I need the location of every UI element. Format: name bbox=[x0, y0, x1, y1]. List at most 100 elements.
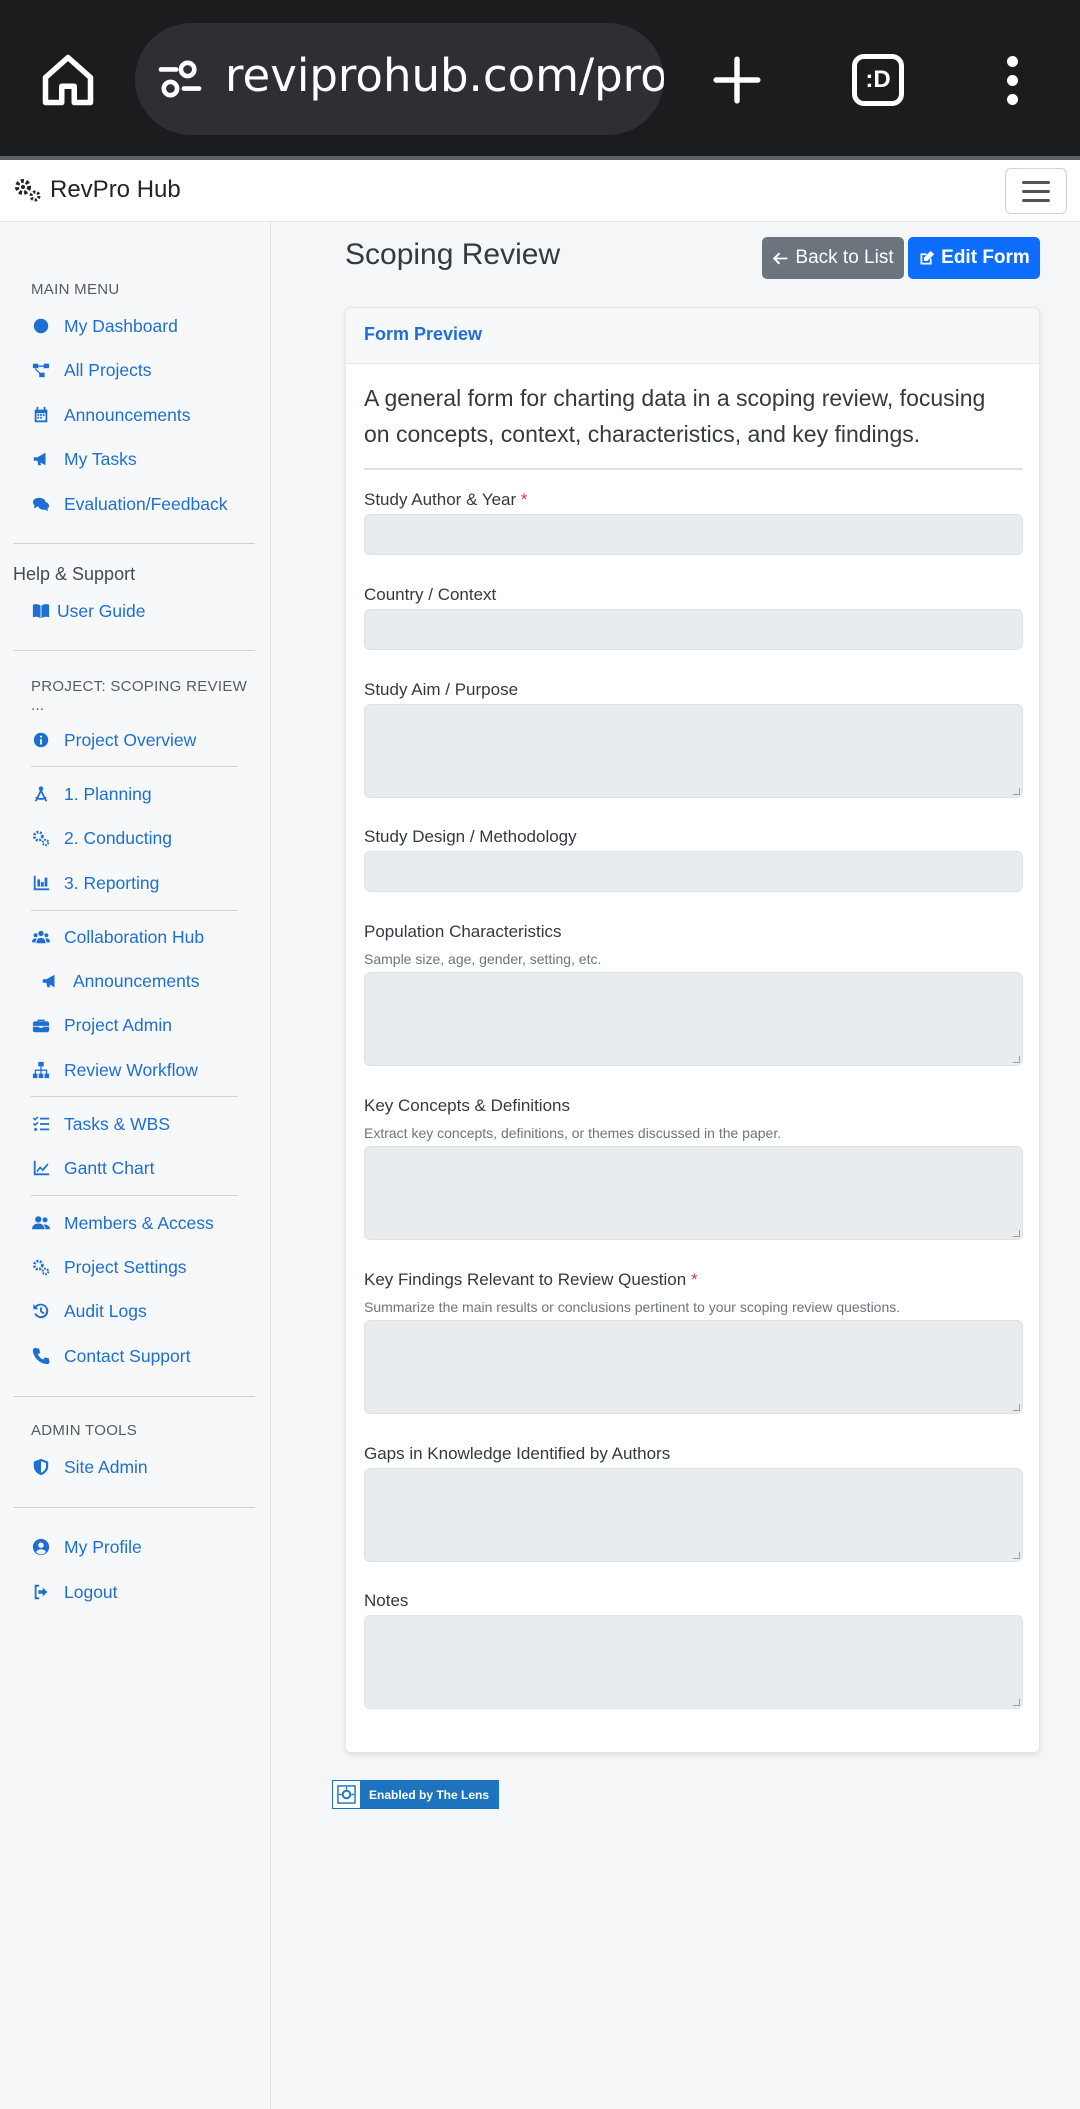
field-help-text: Extract key concepts, definitions, or th… bbox=[364, 1125, 782, 1141]
field-help-text: Sample size, age, gender, setting, etc. bbox=[364, 951, 602, 967]
country-context-input[interactable] bbox=[364, 609, 1023, 650]
field-label: Key Concepts & Definitions bbox=[364, 1096, 570, 1115]
sidebar-item-label: 1. Planning bbox=[64, 783, 152, 804]
brand-name[interactable]: RevPro Hub bbox=[50, 176, 181, 204]
sidebar-item-label: Project Settings bbox=[64, 1256, 187, 1277]
sidebar-item-site-admin[interactable]: Site Admin bbox=[31, 1452, 148, 1482]
description-divider bbox=[364, 468, 1023, 470]
sidebar-item-project-admin[interactable]: Project Admin bbox=[31, 1010, 172, 1040]
gaps-in-knowledge-textarea[interactable] bbox=[364, 1468, 1023, 1562]
sidebar-item-project-overview[interactable]: Project Overview bbox=[31, 725, 196, 755]
sidebar-item-audit-logs[interactable]: Audit Logs bbox=[31, 1296, 147, 1326]
sidebar-item-logout[interactable]: Logout bbox=[31, 1577, 118, 1607]
sidebar-divider bbox=[13, 650, 255, 651]
back-to-list-label: Back to List bbox=[795, 247, 894, 268]
field-label: Notes bbox=[364, 1591, 409, 1610]
browser-menu-icon[interactable] bbox=[1000, 56, 1024, 108]
user-group-icon bbox=[31, 1213, 51, 1233]
sidebar-item-label: Announcements bbox=[64, 404, 191, 425]
notes-textarea[interactable] bbox=[364, 1615, 1023, 1709]
required-marker: * bbox=[690, 1270, 698, 1289]
dashboard-icon bbox=[31, 316, 51, 336]
sidebar-item-members-access[interactable]: Members & Access bbox=[31, 1208, 214, 1238]
page-title: Scoping Review bbox=[345, 238, 561, 271]
study-design-input[interactable] bbox=[364, 851, 1023, 892]
form-description: A general form for charting data in a sc… bbox=[364, 385, 986, 447]
megaphone-icon bbox=[31, 449, 51, 469]
sidebar-item-tasks-wbs[interactable]: Tasks & WBS bbox=[31, 1109, 170, 1139]
home-icon[interactable] bbox=[38, 50, 98, 110]
edit-form-label: Edit Form bbox=[941, 247, 1030, 268]
tab-switcher-button[interactable]: :D bbox=[852, 54, 904, 106]
arrow-left-icon bbox=[773, 252, 788, 264]
info-icon bbox=[31, 730, 51, 750]
admin-tools-heading: ADMIN TOOLS bbox=[31, 1422, 138, 1439]
card-title: Form Preview bbox=[364, 324, 483, 344]
field-label: Gaps in Knowledge Identified by Authors bbox=[364, 1444, 671, 1463]
logout-icon bbox=[31, 1582, 51, 1602]
sidebar-item-project-announcements[interactable]: Announcements bbox=[40, 966, 199, 996]
sidebar-item-label: Project Admin bbox=[64, 1014, 172, 1035]
new-tab-icon[interactable] bbox=[712, 55, 762, 105]
help-support-heading: Help & Support bbox=[13, 564, 136, 584]
sidebar-item-collaboration-hub[interactable]: Collaboration Hub bbox=[31, 922, 204, 952]
sidebar-divider bbox=[13, 1396, 255, 1397]
menu-toggle-button[interactable] bbox=[1005, 168, 1067, 214]
sidebar-item-label: Gantt Chart bbox=[64, 1157, 155, 1178]
book-icon bbox=[31, 601, 51, 621]
lens-logo-icon bbox=[333, 1781, 360, 1808]
site-settings-icon[interactable] bbox=[157, 58, 203, 100]
calendar-icon bbox=[31, 405, 51, 425]
sidebar-item-announcements[interactable]: Announcements bbox=[31, 400, 190, 430]
study-author-year-input[interactable] bbox=[364, 514, 1023, 555]
sidebar-item-label: 2. Conducting bbox=[64, 827, 172, 848]
sidebar-item-label: Logout bbox=[64, 1581, 118, 1602]
field-label: Population Characteristics bbox=[364, 922, 562, 941]
field-label: Study Author & Year * bbox=[364, 490, 528, 509]
address-bar[interactable]: reviprohub.com/proje bbox=[135, 23, 664, 135]
main-menu-heading: MAIN MENU bbox=[31, 281, 120, 298]
sidebar-item-label: Site Admin bbox=[64, 1456, 148, 1477]
bar-chart-icon bbox=[31, 873, 51, 893]
sidebar-item-label: User Guide bbox=[57, 600, 146, 621]
lens-badge[interactable]: Enabled by The Lens bbox=[332, 1780, 499, 1809]
sitemap-icon bbox=[31, 1060, 51, 1080]
required-marker: * bbox=[520, 490, 528, 509]
key-findings-textarea[interactable] bbox=[364, 1320, 1023, 1414]
sidebar-item-my-tasks[interactable]: My Tasks bbox=[31, 444, 137, 474]
sidebar-item-evaluation-feedback[interactable]: Evaluation/Feedback bbox=[31, 489, 227, 519]
sidebar-item-label: Review Workflow bbox=[64, 1059, 198, 1080]
key-concepts-textarea[interactable] bbox=[364, 1146, 1023, 1240]
sidebar-item-label: Announcements bbox=[73, 970, 200, 991]
user-circle-icon bbox=[31, 1537, 51, 1557]
back-to-list-button[interactable]: Back to List bbox=[762, 237, 904, 279]
users-icon bbox=[31, 927, 51, 947]
edit-form-button[interactable]: Edit Form bbox=[908, 237, 1040, 279]
top-navbar: RevPro Hub bbox=[0, 160, 1080, 222]
sidebar-item-label: Contact Support bbox=[64, 1345, 191, 1366]
sidebar-item-review-workflow[interactable]: Review Workflow bbox=[31, 1055, 198, 1085]
url-text[interactable]: reviprohub.com/proje bbox=[225, 49, 664, 102]
sidebar-item-label: All Projects bbox=[64, 359, 152, 380]
sidebar-item-contact-support[interactable]: Contact Support bbox=[31, 1341, 190, 1371]
sidebar-item-gantt-chart[interactable]: Gantt Chart bbox=[31, 1153, 154, 1183]
sidebar-divider bbox=[31, 1195, 238, 1196]
sidebar-item-user-guide[interactable]: User Guide bbox=[31, 596, 146, 626]
sidebar-item-reporting[interactable]: 3. Reporting bbox=[31, 868, 159, 898]
card-header: Form Preview bbox=[346, 308, 1039, 364]
cogs-icon bbox=[31, 1257, 51, 1277]
population-characteristics-textarea[interactable] bbox=[364, 972, 1023, 1066]
sidebar-item-my-dashboard[interactable]: My Dashboard bbox=[31, 311, 178, 341]
cogs-icon bbox=[15, 179, 41, 202]
edit-icon bbox=[920, 250, 935, 264]
sidebar-item-my-profile[interactable]: My Profile bbox=[31, 1532, 142, 1562]
sidebar-item-planning[interactable]: 1. Planning bbox=[31, 779, 152, 809]
study-aim-textarea[interactable] bbox=[364, 704, 1023, 798]
sidebar-item-label: Evaluation/Feedback bbox=[64, 493, 228, 514]
megaphone-icon bbox=[40, 971, 60, 991]
browser-toolbar: reviprohub.com/proje :D bbox=[0, 0, 1080, 160]
sidebar-item-project-settings[interactable]: Project Settings bbox=[31, 1252, 187, 1282]
sidebar-item-all-projects[interactable]: All Projects bbox=[31, 355, 152, 385]
sidebar-item-conducting[interactable]: 2. Conducting bbox=[31, 823, 172, 853]
sidebar-item-label: Collaboration Hub bbox=[64, 926, 205, 947]
